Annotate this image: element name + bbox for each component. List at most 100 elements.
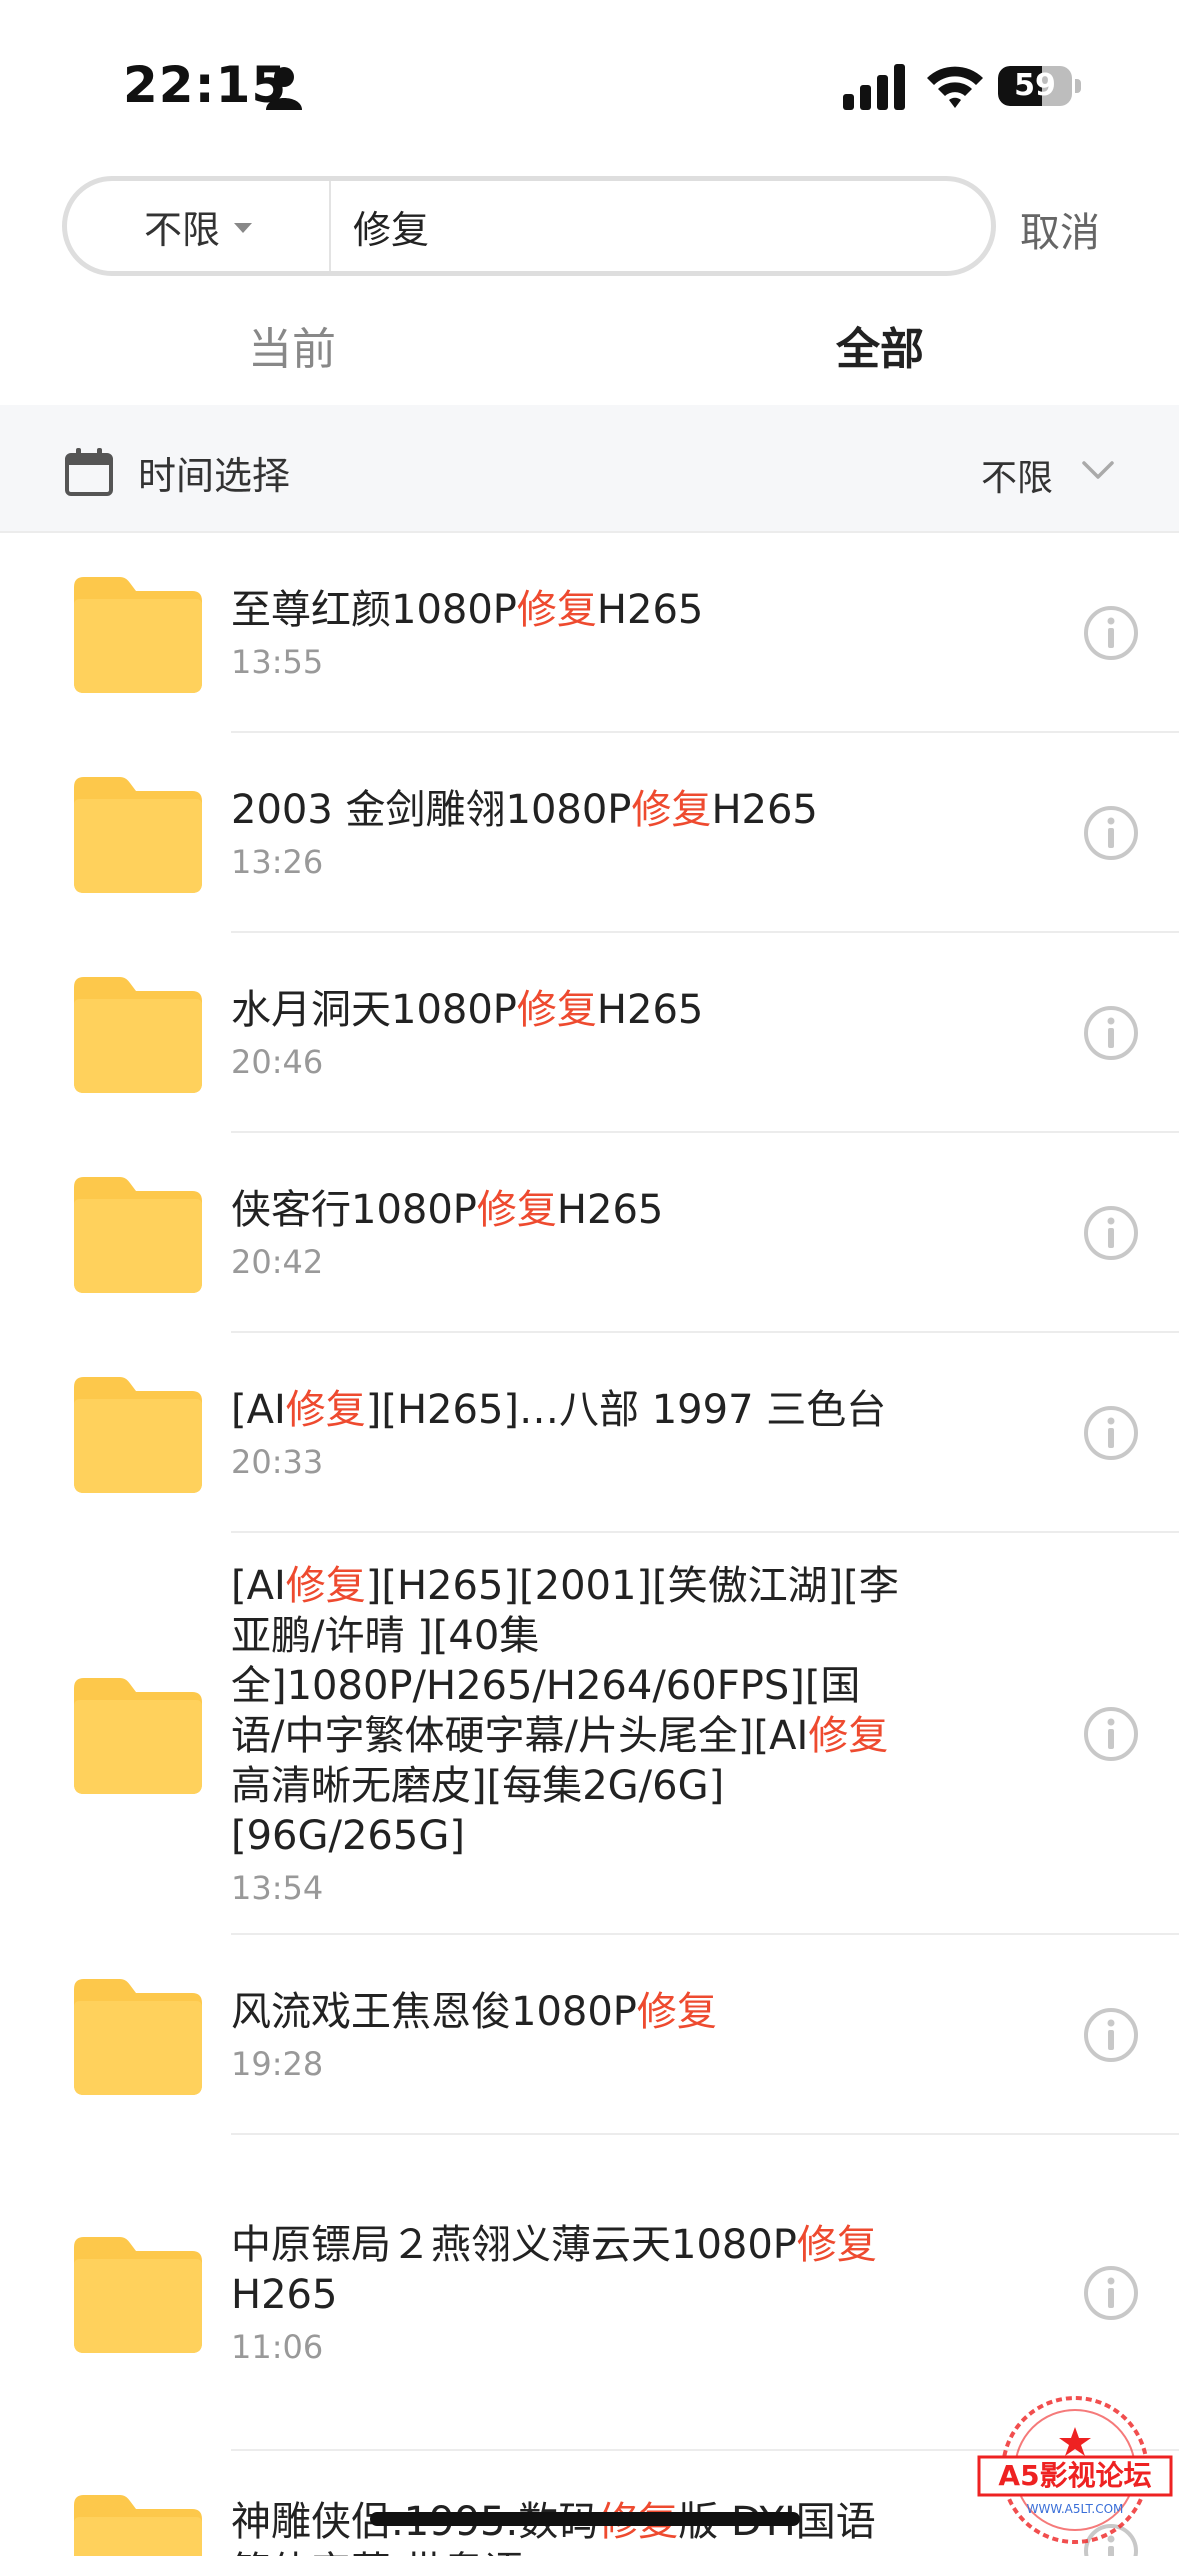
tab-current[interactable]: 当前	[248, 313, 336, 377]
file-name-part: H265	[231, 2272, 338, 2318]
info-icon[interactable]	[1083, 2007, 1139, 2063]
folder-icon	[74, 2491, 202, 2556]
file-text: 神雕侠侣.1995.数码修复版 DYI国语简体字幕 带粤语	[231, 2497, 911, 2556]
person-icon	[266, 67, 302, 110]
watermark-title: A5影视论坛	[998, 2459, 1151, 2492]
file-list: 至尊红颜1080P修复H265 13:55 2003 金剑雕翎1080P修复H26…	[0, 533, 1179, 2556]
chevron-down-icon[interactable]	[1080, 455, 1116, 485]
folder-icon	[74, 773, 202, 893]
tab-all[interactable]: 全部	[836, 313, 924, 377]
file-time: 13:55	[231, 643, 324, 681]
file-row[interactable]: [AI修复][H265]…八部 1997 三色台 20:33	[0, 1333, 1179, 1533]
keyword-highlight: 修复	[796, 2222, 877, 2268]
cancel-button[interactable]: 取消	[1020, 200, 1100, 258]
file-name-part: H265	[556, 1187, 664, 1233]
keyword-highlight: 修复	[808, 1713, 889, 1759]
file-name: 水月洞天1080P修复H265	[231, 985, 911, 1035]
file-name-part: 高清晰无磨皮][每集2G/6G][96G/265G]	[231, 1763, 725, 1859]
file-text: 至尊红颜1080P修复H265 13:55	[231, 585, 911, 681]
file-time: 19:28	[231, 2045, 324, 2083]
file-row[interactable]: 至尊红颜1080P修复H265 13:55	[0, 533, 1179, 733]
keyword-highlight: 修复	[476, 1187, 557, 1233]
file-row[interactable]: 侠客行1080P修复H265 20:42	[0, 1133, 1179, 1333]
file-time: 13:26	[231, 843, 324, 881]
file-name: 至尊红颜1080P修复H265	[231, 585, 911, 635]
info-icon[interactable]	[1083, 2265, 1139, 2321]
file-name-part: 中原镖局２燕翎义薄云天1080P	[231, 2222, 797, 2268]
file-text: [AI修复][H265]…八部 1997 三色台 20:33	[231, 1385, 911, 1481]
file-name-part: 至尊红颜1080P	[231, 587, 517, 633]
watermark-stamp: A5影视论坛 WWW.A5LT.COM	[977, 2396, 1173, 2544]
file-name: 风流戏王焦恩俊1080P修复	[231, 1987, 911, 2037]
keyword-highlight: 修复	[285, 1387, 366, 1433]
file-text: 水月洞天1080P修复H265 20:46	[231, 985, 911, 1081]
info-icon[interactable]	[1083, 805, 1139, 861]
file-text: 风流戏王焦恩俊1080P修复 19:28	[231, 1987, 911, 2083]
file-name: 侠客行1080P修复H265	[231, 1185, 911, 1235]
battery-icon: 59	[998, 66, 1082, 106]
file-name-part: H265	[711, 787, 818, 833]
info-icon[interactable]	[1083, 1706, 1139, 1762]
signal-icon	[843, 64, 905, 110]
file-name: 中原镖局２燕翎义薄云天1080P修复 H265	[231, 2220, 911, 2320]
keyword-highlight: 修复	[636, 1989, 717, 2035]
status-time: 22:15	[123, 56, 288, 114]
keyword-highlight: 修复	[516, 987, 597, 1033]
file-name-part: [AI	[231, 1387, 286, 1433]
folder-icon	[74, 973, 202, 1093]
search-box: 不限	[62, 176, 996, 276]
wifi-icon	[927, 66, 983, 108]
file-row[interactable]: 2003 金剑雕翎1080P修复H265 13:26	[0, 733, 1179, 933]
info-icon[interactable]	[1083, 1405, 1139, 1461]
file-text: 中原镖局２燕翎义薄云天1080P修复 H265 11:06	[231, 2220, 911, 2366]
file-name-part: H265	[596, 987, 704, 1033]
file-text: 侠客行1080P修复H265 20:42	[231, 1185, 911, 1281]
info-icon[interactable]	[1083, 1205, 1139, 1261]
info-icon[interactable]	[1083, 1005, 1139, 1061]
file-name-part: 水月洞天1080P	[231, 987, 517, 1033]
time-filter-bar[interactable]: 时间选择 不限	[0, 405, 1179, 533]
file-name-part: ][H265]…八部 1997 三色台	[365, 1387, 887, 1433]
home-indicator[interactable]	[370, 2512, 800, 2526]
info-icon[interactable]	[1083, 605, 1139, 661]
file-text: 2003 金剑雕翎1080P修复H265 13:26	[231, 785, 911, 881]
file-name: [AI修复][H265]…八部 1997 三色台	[231, 1385, 911, 1435]
keyword-highlight: 修复	[516, 587, 597, 633]
scope-dropdown[interactable]: 不限	[67, 181, 329, 271]
folder-icon	[74, 1975, 202, 2095]
keyword-highlight: 修复	[285, 1563, 366, 1609]
file-name-part: [AI	[231, 1563, 286, 1609]
search-row: 不限 取消	[0, 170, 1179, 290]
folder-icon	[74, 573, 202, 693]
file-time: 20:46	[231, 1043, 324, 1081]
file-name-part: 风流戏王焦恩俊1080P	[231, 1989, 637, 2035]
file-name-part: 2003 金剑雕翎1080P	[231, 787, 632, 833]
scope-label: 不限	[143, 207, 220, 252]
keyword-highlight: 修复	[631, 787, 712, 833]
status-bar: 22:15 59	[0, 0, 1179, 170]
file-name: [AI修复][H265][2001][笑傲江湖][李亚鹏/许晴 ][40集全]1…	[231, 1561, 911, 1861]
file-row[interactable]: 水月洞天1080P修复H265 20:46	[0, 933, 1179, 1133]
file-text: [AI修复][H265][2001][笑傲江湖][李亚鹏/许晴 ][40集全]1…	[231, 1561, 911, 1907]
folder-icon	[74, 1674, 202, 1794]
folder-icon	[74, 1173, 202, 1293]
calendar-icon	[65, 448, 113, 496]
file-time: 20:33	[231, 1443, 324, 1481]
file-row[interactable]: 风流戏王焦恩俊1080P修复 19:28	[0, 1935, 1179, 2135]
search-divider	[329, 181, 331, 271]
folder-icon	[74, 1373, 202, 1493]
battery-percent: 59	[1014, 68, 1056, 103]
filter-value[interactable]: 不限	[981, 449, 1053, 501]
file-name-part: 侠客行1080P	[231, 1187, 477, 1233]
file-name-part: H265	[596, 587, 704, 633]
watermark-url: WWW.A5LT.COM	[1027, 2502, 1124, 2516]
file-time: 13:54	[231, 1869, 324, 1907]
file-row[interactable]: [AI修复][H265][2001][笑傲江湖][李亚鹏/许晴 ][40集全]1…	[0, 1533, 1179, 1935]
file-time: 20:42	[231, 1243, 324, 1281]
file-name: 神雕侠侣.1995.数码修复版 DYI国语简体字幕 带粤语	[231, 2497, 911, 2556]
file-time: 11:06	[231, 2328, 324, 2366]
folder-icon	[74, 2233, 202, 2353]
scope-tabs: 当前 全部	[0, 295, 1179, 395]
filter-label: 时间选择	[138, 454, 291, 498]
search-input[interactable]	[347, 181, 959, 271]
